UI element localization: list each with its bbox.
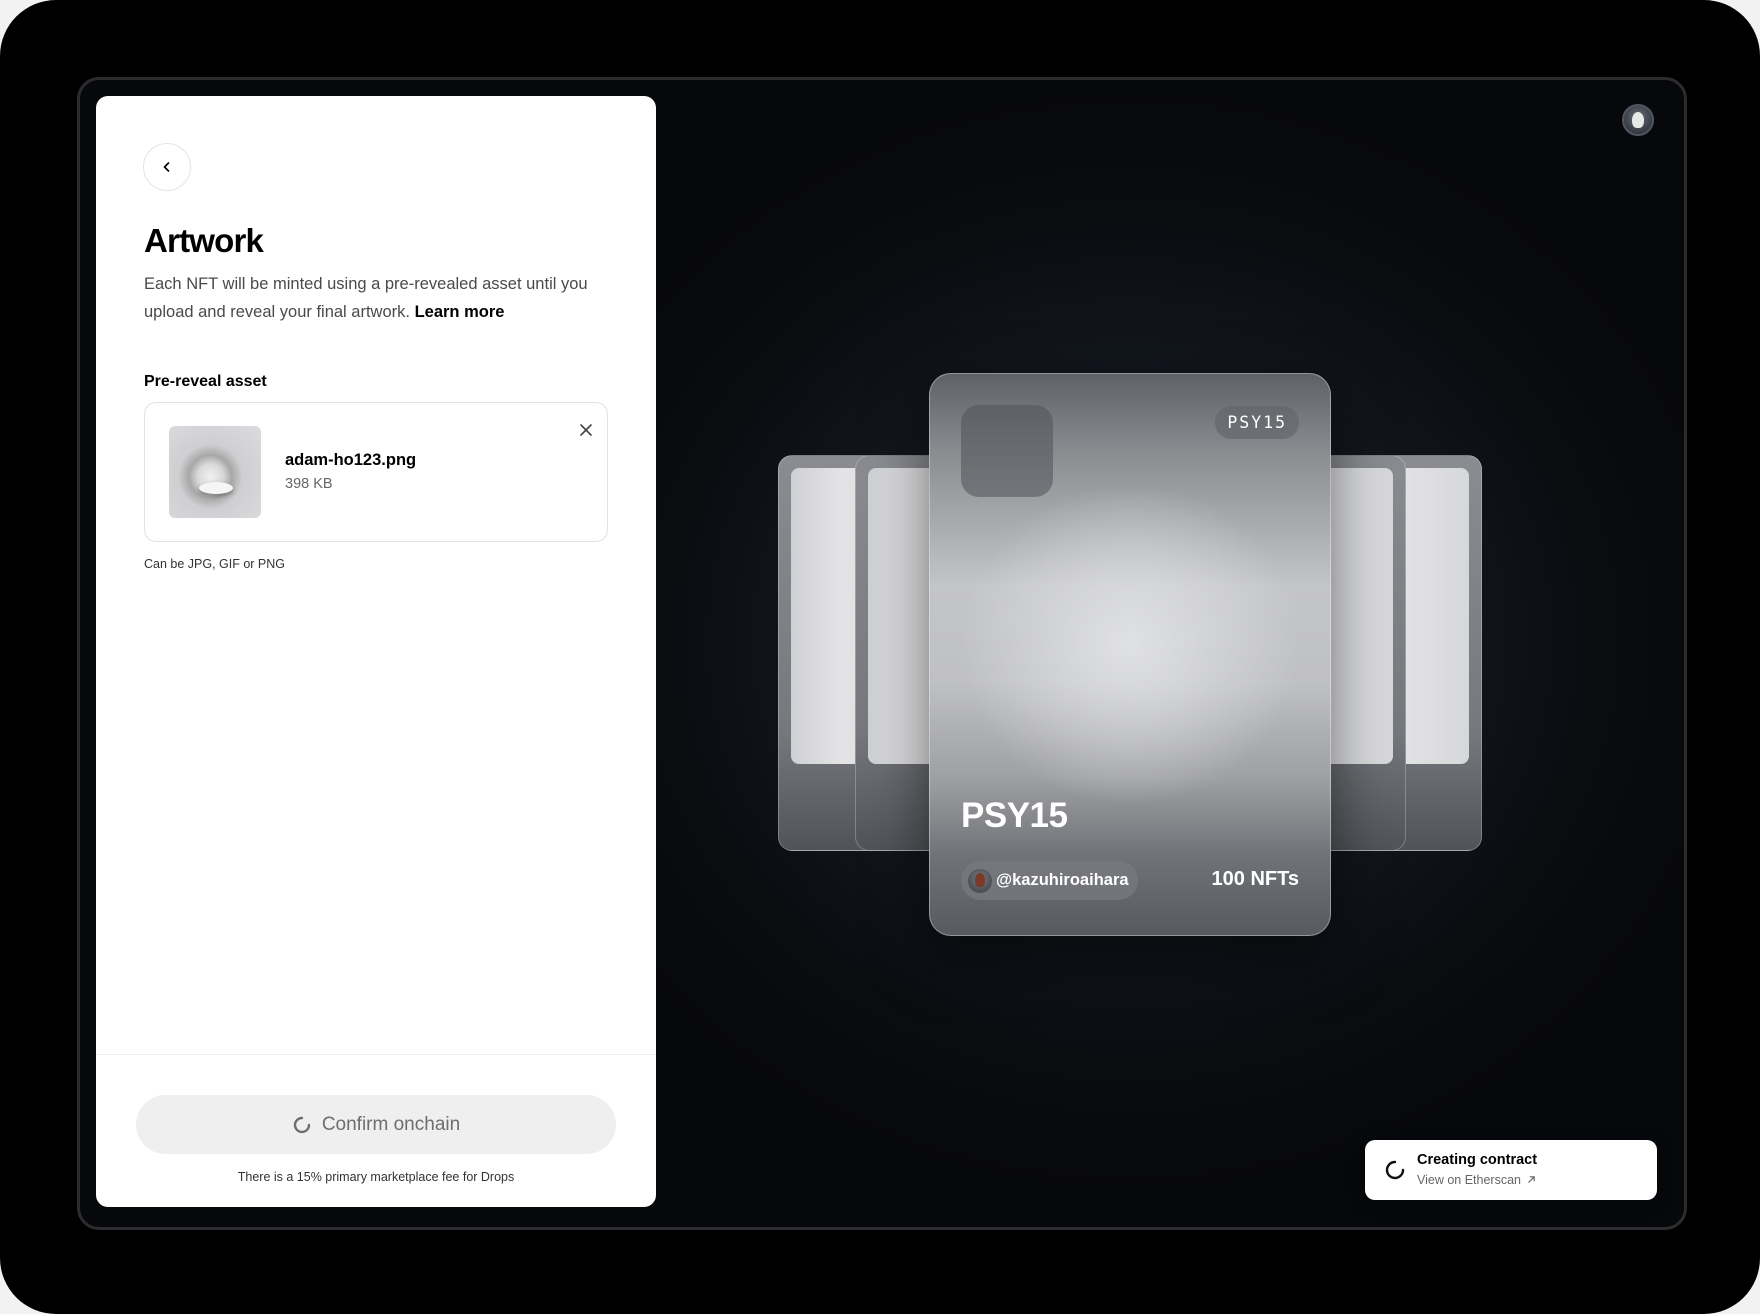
spinner-icon (1385, 1160, 1405, 1180)
confirm-onchain-button[interactable]: Confirm onchain (136, 1095, 616, 1154)
description-text: Each NFT will be minted using a pre-reve… (144, 275, 588, 321)
back-button[interactable] (143, 143, 191, 191)
symbol-tag: PSY15 (1215, 406, 1299, 439)
app-screen: Artwork Each NFT will be minted using a … (77, 77, 1687, 1230)
file-type-hint: Can be JPG, GIF or PNG (144, 557, 286, 571)
page-description: Each NFT will be minted using a pre-reve… (144, 270, 614, 326)
etherscan-link[interactable]: View on Etherscan (1417, 1173, 1536, 1187)
account-avatar[interactable] (1622, 104, 1654, 136)
confirm-label: Confirm onchain (321, 1113, 461, 1135)
file-size: 398 KB (285, 476, 333, 492)
learn-more-link[interactable]: Learn more (415, 303, 505, 321)
close-icon[interactable] (578, 422, 594, 438)
creator-handle: @kazuhiroaihara (996, 871, 1129, 889)
footer-divider (96, 1054, 656, 1055)
spinner-icon (293, 1116, 311, 1133)
page-title: Artwork (144, 222, 264, 259)
creator-avatar (968, 868, 992, 893)
uploaded-file-card: adam-ho123.png 398 KB (144, 402, 608, 542)
file-thumbnail (169, 426, 261, 518)
artwork-panel: Artwork Each NFT will be minted using a … (96, 96, 656, 1207)
pre-reveal-label: Pre-reveal asset (144, 373, 267, 390)
creator-chip[interactable]: @kazuhiroaihara (961, 861, 1138, 900)
fee-note: There is a 15% primary marketplace fee f… (237, 1170, 515, 1184)
nft-preview-card: PSY15 PSY15 @kazuhiroaihara 100 NFTs (929, 373, 1331, 936)
arrow-up-right-icon (1528, 1176, 1536, 1183)
file-name: adam-ho123.png (285, 451, 417, 469)
device-frame: Artwork Each NFT will be minted using a … (0, 0, 1760, 1314)
collection-logo (961, 405, 1053, 497)
creating-contract-toast: Creating contract View on Etherscan (1365, 1140, 1657, 1200)
nft-count: 100 NFTs (1211, 868, 1299, 890)
etherscan-link-label: View on Etherscan (1417, 1173, 1521, 1187)
toast-title: Creating contract (1417, 1152, 1538, 1168)
collection-title: PSY15 (961, 796, 1068, 835)
chevron-left-icon (163, 162, 170, 172)
